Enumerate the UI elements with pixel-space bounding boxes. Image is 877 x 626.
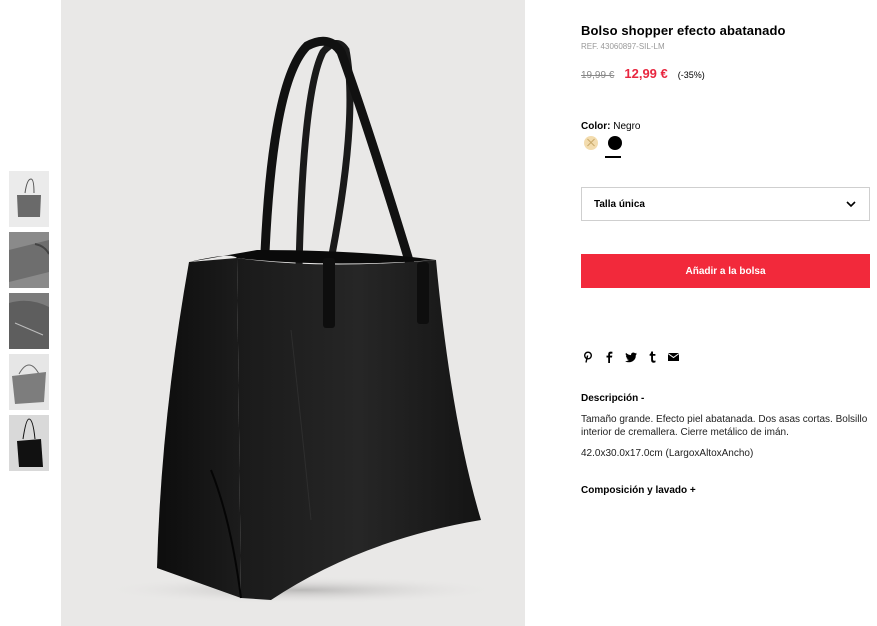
thumbnail-2[interactable]	[9, 232, 49, 288]
color-label-key: Color:	[581, 121, 611, 132]
twitter-icon[interactable]	[625, 352, 637, 363]
black-shopper-bag-image	[61, 0, 525, 626]
facebook-icon[interactable]	[605, 351, 613, 363]
bag-detail-thumbnail	[9, 232, 49, 288]
bag-side-thumbnail	[9, 354, 49, 410]
swatch-beige-unavailable[interactable]	[584, 136, 598, 150]
description-heading[interactable]: Descripción -	[581, 393, 644, 404]
pinterest-icon[interactable]	[583, 351, 593, 363]
thumbnail-3[interactable]	[9, 293, 49, 349]
product-dimensions: 42.0x30.0x17.0cm (LargoxAltoxAncho)	[581, 448, 754, 459]
thumbnail-5[interactable]	[9, 415, 49, 471]
thumbnail-list	[9, 171, 49, 476]
composition-heading[interactable]: Composición y lavado +	[581, 485, 696, 496]
selected-swatch-indicator	[605, 156, 621, 158]
color-swatches	[584, 136, 622, 150]
bag-front-thumbnail	[9, 171, 49, 227]
bag-model-thumbnail	[9, 415, 49, 471]
add-to-bag-button[interactable]: Añadir a la bolsa	[581, 254, 870, 288]
share-bar	[583, 351, 679, 363]
size-select-value: Talla única	[594, 198, 645, 210]
email-icon[interactable]	[668, 353, 679, 361]
product-reference: REF. 43060897-SIL-LM	[581, 42, 665, 51]
swatch-black[interactable]	[608, 136, 622, 150]
product-title: Bolso shopper efecto abatanado	[581, 23, 786, 38]
discount-badge: (-35%)	[677, 70, 705, 80]
product-main-image[interactable]	[61, 0, 525, 626]
color-label: Color: Negro	[581, 121, 640, 132]
tumblr-icon[interactable]	[649, 351, 656, 363]
color-value: Negro	[613, 121, 641, 132]
description-text: Tamaño grande. Efecto piel abatanada. Do…	[581, 414, 868, 438]
thumbnail-1[interactable]	[9, 171, 49, 227]
original-price: 19,99 €	[581, 70, 615, 81]
chevron-down-icon	[846, 201, 856, 208]
thumbnail-4[interactable]	[9, 354, 49, 410]
bag-interior-thumbnail	[9, 293, 49, 349]
sale-price: 12,99 €	[624, 66, 668, 81]
size-select[interactable]: Talla única	[581, 187, 870, 221]
price-block: 19,99 € 12,99 € (-35%)	[581, 66, 705, 81]
